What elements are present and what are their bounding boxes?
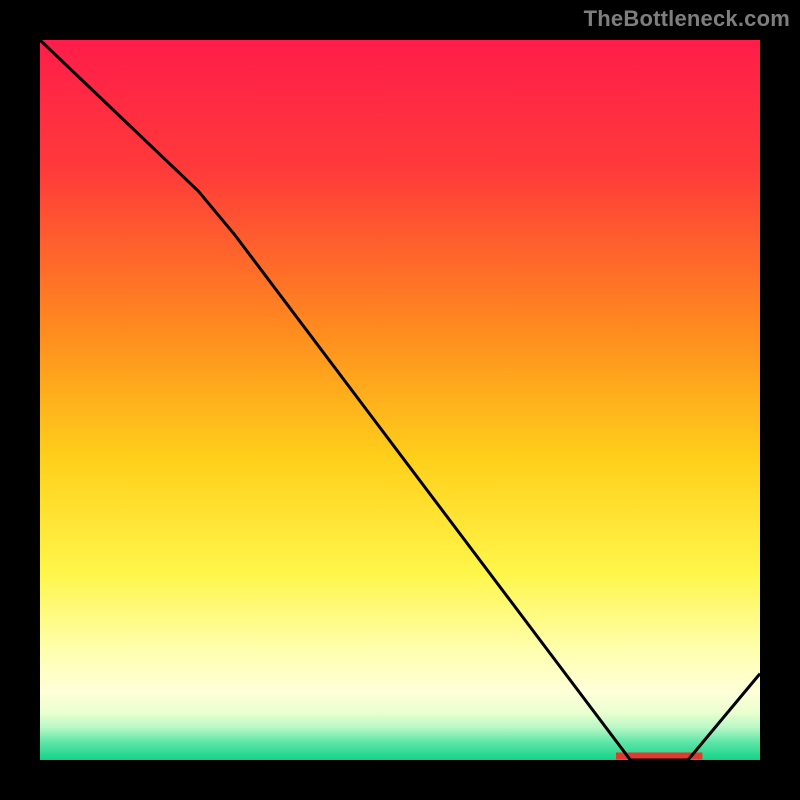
chart-frame: TheBottleneck.com bbox=[0, 0, 800, 800]
gradient-background bbox=[40, 40, 760, 760]
chart-svg bbox=[40, 40, 760, 760]
plot-area bbox=[40, 40, 760, 760]
attribution-text: TheBottleneck.com bbox=[584, 6, 790, 32]
